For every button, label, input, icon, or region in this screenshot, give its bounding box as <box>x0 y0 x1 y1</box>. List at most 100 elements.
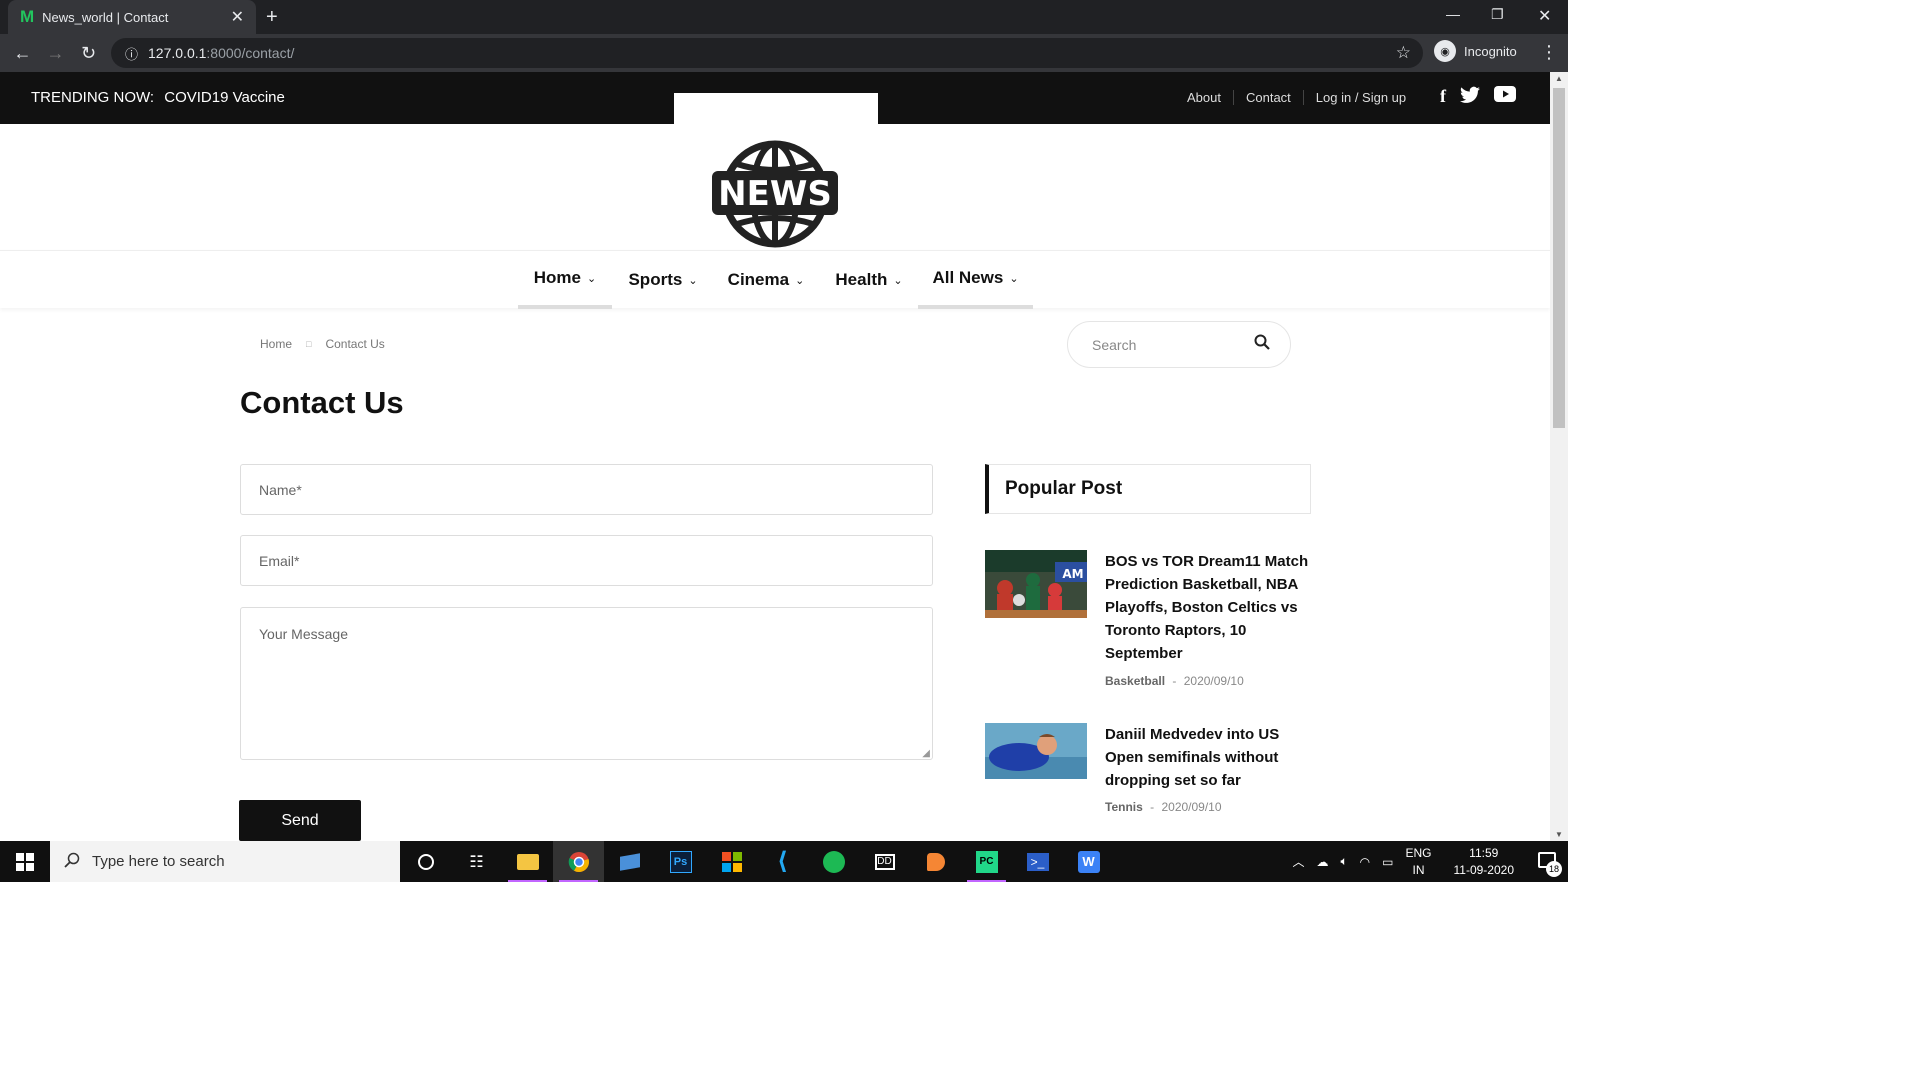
restore-icon[interactable]: ❐ <box>1491 6 1504 23</box>
url-path: :8000/contact/ <box>206 45 295 61</box>
popular-post-item[interactable]: Daniil Medvedev into US Open semifinals … <box>985 723 1311 823</box>
wps-writer-icon[interactable]: W <box>1063 841 1114 882</box>
bookmark-star-icon[interactable]: ☆ <box>1396 43 1411 63</box>
info-icon[interactable]: ⓘ <box>125 44 138 63</box>
photoshop-icon[interactable]: Ps <box>655 841 706 882</box>
incognito-icon: ◉ <box>1434 40 1456 62</box>
language-indicator[interactable]: ENG IN <box>1405 845 1431 879</box>
post-title[interactable]: BOS vs TOR Dream11 Match Prediction Bask… <box>1105 550 1315 665</box>
show-hidden-icons-icon[interactable]: ︿ <box>1292 853 1304 870</box>
taskbar-search-input[interactable]: Type here to search <box>50 841 400 882</box>
nav-sports[interactable]: Sports ⌄ <box>618 251 708 309</box>
news-logo[interactable]: NEWS <box>704 138 846 250</box>
dolby-icon[interactable]: DD <box>859 841 910 882</box>
breadcrumb-current: Contact Us <box>325 337 385 351</box>
vscode-icon[interactable]: ⟨ <box>757 841 808 882</box>
browser-menu-icon[interactable]: ⋮ <box>1540 42 1558 63</box>
site-favicon-icon: M <box>20 7 35 26</box>
facebook-icon[interactable]: f <box>1440 86 1446 109</box>
incognito-profile[interactable]: ◉ Incognito <box>1434 40 1517 62</box>
search-input[interactable]: Search <box>1067 321 1291 368</box>
office-icon[interactable] <box>706 841 757 882</box>
post-thumbnail-tennis[interactable] <box>985 723 1087 779</box>
page-scrollbar[interactable]: ▲ ▼ <box>1550 72 1568 841</box>
page-title: Contact Us <box>240 385 404 420</box>
trending-link[interactable]: COVID19 Vaccine <box>164 89 285 106</box>
nav-cinema[interactable]: Cinema ⌄ <box>716 251 816 309</box>
nav-all-news-label: All News <box>932 268 1004 287</box>
address-bar[interactable]: ⓘ 127.0.0.1:8000/contact/ ☆ <box>111 38 1423 68</box>
message-placeholder: Your Message <box>259 626 348 642</box>
main-nav: Home ⌄ Sports ⌄ Cinema ⌄ Health ⌄ All News ⌄ <box>0 250 1550 309</box>
post-category[interactable]: Tennis <box>1105 800 1143 814</box>
contact-link[interactable]: Contact <box>1232 90 1303 105</box>
nav-home[interactable]: Home ⌄ <box>518 251 612 309</box>
browser-tab[interactable]: M News_world | Contact ✕ <box>8 0 256 34</box>
spotify-icon[interactable] <box>808 841 859 882</box>
incognito-label: Incognito <box>1464 43 1517 59</box>
name-placeholder: Name* <box>259 481 302 498</box>
message-field[interactable]: Your Message ◢ <box>240 607 933 760</box>
post-title[interactable]: Daniil Medvedev into US Open semifinals … <box>1105 723 1315 792</box>
close-window-icon[interactable]: ✕ <box>1538 6 1551 26</box>
scroll-down-icon[interactable]: ▼ <box>1555 830 1563 839</box>
twitter-icon[interactable] <box>1460 86 1480 109</box>
nav-health[interactable]: Health ⌄ <box>822 251 916 309</box>
notifications-icon[interactable]: 18 <box>1538 852 1562 877</box>
reload-icon[interactable]: ↻ <box>72 43 105 64</box>
post-thumbnail-basketball[interactable]: AM <box>985 550 1087 618</box>
resize-handle-icon[interactable]: ◢ <box>922 748 930 759</box>
post-meta: Basketball - 2020/09/10 <box>1105 674 1244 688</box>
pycharm-icon[interactable]: PC <box>961 841 1012 882</box>
system-tray: ︿ ☁ 🔈︎ ◠ ▭ ENG IN 11:59 11-09-2020 18 <box>1292 841 1568 882</box>
about-link[interactable]: About <box>1187 90 1233 105</box>
chevron-down-icon: ⌄ <box>688 274 698 287</box>
nav-sports-label: Sports <box>628 270 683 289</box>
desktop-app-icon[interactable] <box>604 841 655 882</box>
send-button[interactable]: Send <box>239 800 361 841</box>
tab-strip: M News_world | Contact ✕ + — ❐ ✕ <box>0 0 1568 34</box>
powershell-icon[interactable]: >_ <box>1012 841 1063 882</box>
lang-top: ENG <box>1405 845 1432 860</box>
nav-health-label: Health <box>835 270 888 289</box>
youtube-icon[interactable] <box>1494 86 1516 109</box>
windows-start-icon[interactable] <box>0 841 50 882</box>
scroll-up-icon[interactable]: ▲ <box>1555 74 1563 83</box>
taskbar: Type here to search ☷ Ps ⟨ DD PC >_ W ︿ … <box>0 841 1568 882</box>
minimize-icon[interactable]: — <box>1446 6 1460 22</box>
volume-icon[interactable]: 🔈︎ <box>1340 854 1347 869</box>
clock[interactable]: 11:59 11-09-2020 <box>1454 845 1515 879</box>
chevron-down-icon: ⌄ <box>893 274 903 287</box>
onedrive-icon[interactable]: ☁ <box>1316 855 1328 869</box>
email-field[interactable]: Email* <box>240 535 933 586</box>
file-explorer-icon[interactable] <box>502 841 553 882</box>
post-date: 2020/09/10 <box>1161 800 1222 814</box>
scrollbar-thumb[interactable] <box>1553 88 1565 428</box>
post-category[interactable]: Basketball <box>1105 674 1165 688</box>
forward-icon[interactable]: → <box>39 43 72 64</box>
cortana-icon[interactable] <box>400 841 451 882</box>
battery-icon[interactable]: ▭ <box>1382 855 1393 869</box>
taskbar-apps: ☷ Ps ⟨ DD PC >_ W <box>400 841 1114 882</box>
search-icon[interactable] <box>1254 334 1270 355</box>
top-links: About Contact Log in / Sign up <box>1187 90 1418 105</box>
wifi-icon[interactable]: ◠ <box>1360 855 1370 869</box>
post-date: 2020/09/10 <box>1183 674 1244 688</box>
chevron-down-icon: ⌄ <box>795 274 805 287</box>
chevron-down-icon: ⌄ <box>1009 272 1019 285</box>
address-toolbar: ← → ↻ ⓘ 127.0.0.1:8000/contact/ ☆ ◉ Inco… <box>0 34 1568 72</box>
close-tab-icon[interactable]: ✕ <box>231 7 244 27</box>
search-placeholder: Search <box>1092 336 1137 353</box>
name-field[interactable]: Name* <box>240 464 933 515</box>
login-signup-link[interactable]: Log in / Sign up <box>1302 90 1418 105</box>
popular-post-item[interactable]: AM BOS vs TOR Dream11 Match Prediction B… <box>985 550 1311 710</box>
lang-bottom: IN <box>1412 862 1425 877</box>
nav-all-news[interactable]: All News ⌄ <box>918 251 1033 309</box>
back-icon[interactable]: ← <box>6 43 39 64</box>
chrome-icon[interactable] <box>553 841 604 882</box>
task-view-icon[interactable]: ☷ <box>451 841 502 882</box>
logo-tab <box>674 93 878 133</box>
new-tab-button[interactable]: + <box>266 6 278 29</box>
chat-app-icon[interactable] <box>910 841 961 882</box>
breadcrumb-home[interactable]: Home <box>260 337 292 351</box>
